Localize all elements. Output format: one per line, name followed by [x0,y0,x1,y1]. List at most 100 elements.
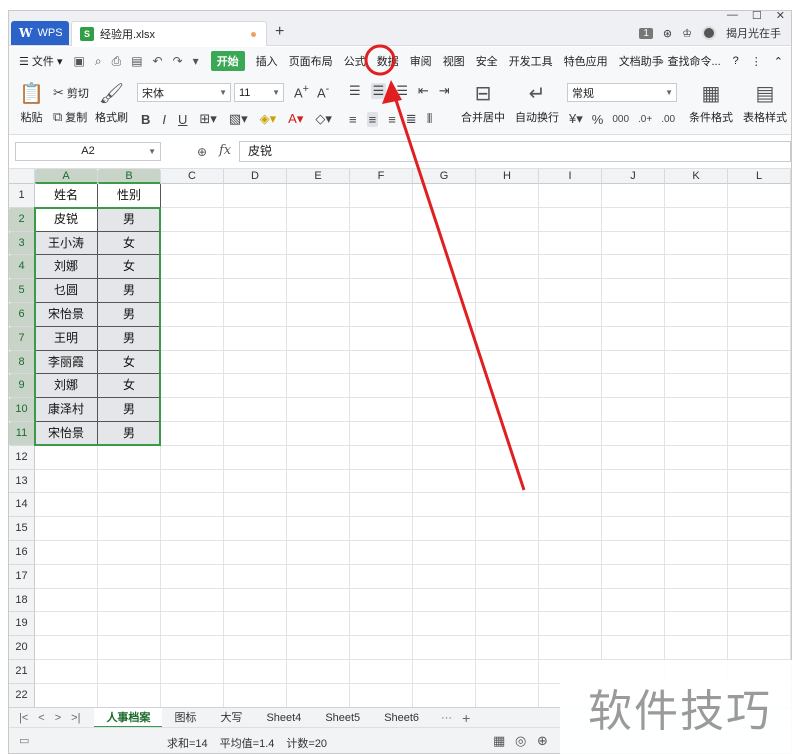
cell-C22[interactable] [161,683,224,707]
cell-J17[interactable] [602,564,665,589]
cell-K13[interactable] [665,469,728,494]
cell-K9[interactable] [665,374,728,399]
cell-G2[interactable] [413,207,476,232]
cell-C6[interactable] [161,303,224,327]
cell-K15[interactable] [665,517,728,541]
cell-H15[interactable] [476,517,539,541]
increase-font-icon[interactable]: A+ [294,83,309,100]
cell-K6[interactable] [665,303,728,327]
cell-F19[interactable] [350,612,413,637]
tab-review[interactable]: 审阅 [410,53,432,69]
cell-G8[interactable] [413,350,476,375]
cell-B13[interactable] [98,469,161,494]
cell-E18[interactable] [287,588,350,613]
cell-E3[interactable] [287,231,350,256]
cell-H22[interactable] [476,683,539,707]
cell-F1[interactable] [350,184,413,208]
cell-D21[interactable] [224,660,287,684]
percent-icon[interactable]: % [592,112,604,127]
cell-E19[interactable] [287,612,350,637]
cell-D8[interactable] [224,350,287,375]
cell-L19[interactable] [728,612,791,637]
cell-J3[interactable] [602,231,665,256]
cell-C17[interactable] [161,564,224,589]
cell-I18[interactable] [539,588,602,613]
fill-pattern-icon[interactable]: ▧▾ [229,111,248,127]
cell-C9[interactable] [161,374,224,399]
cell-L7[interactable] [728,326,791,351]
user-name[interactable]: 揭月光在手 [726,25,781,41]
fill-color-icon[interactable]: ◈▾ [260,111,277,127]
cell-H10[interactable] [476,398,539,422]
file-tab[interactable]: S 经验用.xlsx [71,21,267,46]
cell-J16[interactable] [602,541,665,565]
prev-sheet-icon[interactable]: < [38,712,44,724]
cell-A3[interactable]: 王小涛 [35,231,98,256]
file-menu[interactable]: ☰ 文件 ▾ [19,53,63,69]
cell-F11[interactable] [350,422,413,446]
row-header[interactable]: 19 [9,612,35,637]
cell-J5[interactable] [602,279,665,303]
row-header[interactable]: 2 [9,207,35,232]
cell-D2[interactable] [224,207,287,232]
cell-D5[interactable] [224,279,287,303]
cell-L12[interactable] [728,445,791,470]
cell-F17[interactable] [350,564,413,589]
cell-A14[interactable] [35,493,98,518]
cell-E7[interactable] [287,326,350,351]
column-header-A[interactable]: A [35,169,98,184]
cell-G19[interactable] [413,612,476,637]
maximize-icon[interactable]: ☐ [752,11,762,22]
column-header-B[interactable]: B [98,169,161,184]
cell-K19[interactable] [665,612,728,637]
cell-E21[interactable] [287,660,350,684]
cell-H16[interactable] [476,541,539,565]
tab-special[interactable]: 特色应用 [564,53,608,69]
cell-H5[interactable] [476,279,539,303]
row-header[interactable]: 18 [9,588,35,613]
skin-icon[interactable]: ♔ [682,27,692,40]
cell-D10[interactable] [224,398,287,422]
cell-B15[interactable] [98,517,161,541]
cell-E4[interactable] [287,255,350,280]
cell-K18[interactable] [665,588,728,613]
cell-H2[interactable] [476,207,539,232]
cell-I15[interactable] [539,517,602,541]
avatar[interactable] [702,26,716,40]
cell-G15[interactable] [413,517,476,541]
cell-C14[interactable] [161,493,224,518]
cell-I4[interactable] [539,255,602,280]
cell-D14[interactable] [224,493,287,518]
cell-H9[interactable] [476,374,539,399]
cell-G7[interactable] [413,326,476,351]
row-header[interactable]: 13 [9,469,35,494]
cell-F6[interactable] [350,303,413,327]
cell-G9[interactable] [413,374,476,399]
cell-J8[interactable] [602,350,665,375]
cell-H21[interactable] [476,660,539,684]
cell-E15[interactable] [287,517,350,541]
cell-D9[interactable] [224,374,287,399]
cell-D6[interactable] [224,303,287,327]
cell-A13[interactable] [35,469,98,494]
cell-F12[interactable] [350,445,413,470]
tab-insert[interactable]: 插入 [256,53,278,69]
wrap-text-button[interactable]: ↵ 自动换行 [515,81,559,125]
cell-J15[interactable] [602,517,665,541]
decrease-font-icon[interactable]: A- [317,83,329,100]
cell-F9[interactable] [350,374,413,399]
cell-A17[interactable] [35,564,98,589]
cell-A22[interactable] [35,683,98,707]
cell-G18[interactable] [413,588,476,613]
cell-J10[interactable] [602,398,665,422]
cell-F20[interactable] [350,636,413,660]
cell-B4[interactable]: 女 [98,255,161,280]
last-sheet-icon[interactable]: >| [71,712,80,724]
cell-A7[interactable]: 王明 [35,326,98,351]
command-search[interactable]: ⌕ 查找命令... [658,53,720,69]
cell-A1[interactable]: 姓名 [35,184,98,208]
cell-D13[interactable] [224,469,287,494]
cell-K7[interactable] [665,326,728,351]
cell-L2[interactable] [728,207,791,232]
cell-F7[interactable] [350,326,413,351]
